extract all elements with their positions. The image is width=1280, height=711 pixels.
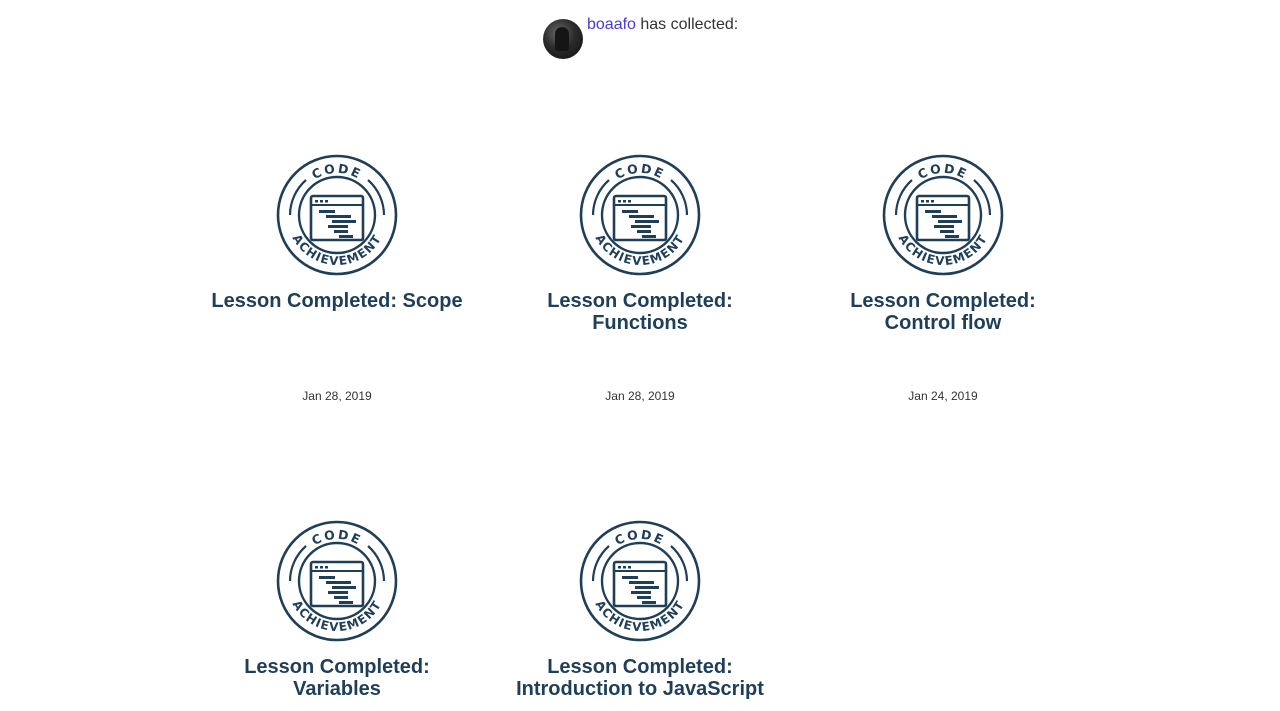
achievement-card[interactable]: CODE ACHIEVEMENT Lesson Completed: Introd… bbox=[510, 520, 770, 700]
username-link[interactable]: boaafo bbox=[587, 16, 636, 33]
code-achievement-badge-icon: CODEACHIEVEMENT bbox=[579, 154, 701, 276]
code-achievement-badge-icon: CODEACHIEVEMENT bbox=[276, 520, 398, 642]
achievement-title: Lesson Completed: Scope bbox=[211, 290, 463, 312]
achievement-date: Jan 28, 2019 bbox=[302, 389, 372, 403]
achievement-date: Jan 24, 2019 bbox=[908, 389, 978, 403]
achievement-card[interactable]: CODE ACHIEVEMENT Lesson Completed: Variab… bbox=[207, 520, 467, 700]
collector-header: boaafo has collected: bbox=[543, 14, 738, 60]
avatar[interactable] bbox=[543, 19, 583, 59]
svg-text:CODE: CODE bbox=[309, 161, 364, 182]
achievement-title: Lesson Completed: Functions bbox=[547, 290, 733, 334]
code-achievement-badge-icon: CODEACHIEVEMENT bbox=[276, 154, 398, 276]
header-suffix: has collected: bbox=[635, 16, 739, 33]
achievement-title: Lesson Completed: Introduction to JavaSc… bbox=[516, 656, 764, 700]
achievement-card[interactable]: CODE ACHIEVEMENT Lesson Completed: Contro… bbox=[813, 154, 1073, 403]
svg-text:CODE: CODE bbox=[612, 527, 667, 548]
header-text: boaafo has collected: bbox=[587, 14, 738, 36]
svg-text:CODE: CODE bbox=[309, 527, 364, 548]
svg-text:CODE: CODE bbox=[612, 161, 667, 182]
achievement-title: Lesson Completed: Control flow bbox=[850, 290, 1036, 334]
achievement-date: Jan 28, 2019 bbox=[605, 389, 675, 403]
achievement-card[interactable]: CODE ACHIEVEMENT Lesson Completed: Scope … bbox=[207, 154, 467, 403]
achievement-title: Lesson Completed: Variables bbox=[244, 656, 430, 700]
code-achievement-badge-icon: CODEACHIEVEMENT bbox=[579, 520, 701, 642]
achievement-card[interactable]: CODE ACHIEVEMENT Lesson Completed: Functi… bbox=[510, 154, 770, 403]
svg-text:CODE: CODE bbox=[915, 161, 970, 182]
code-achievement-badge-icon: CODEACHIEVEMENT bbox=[882, 154, 1004, 276]
